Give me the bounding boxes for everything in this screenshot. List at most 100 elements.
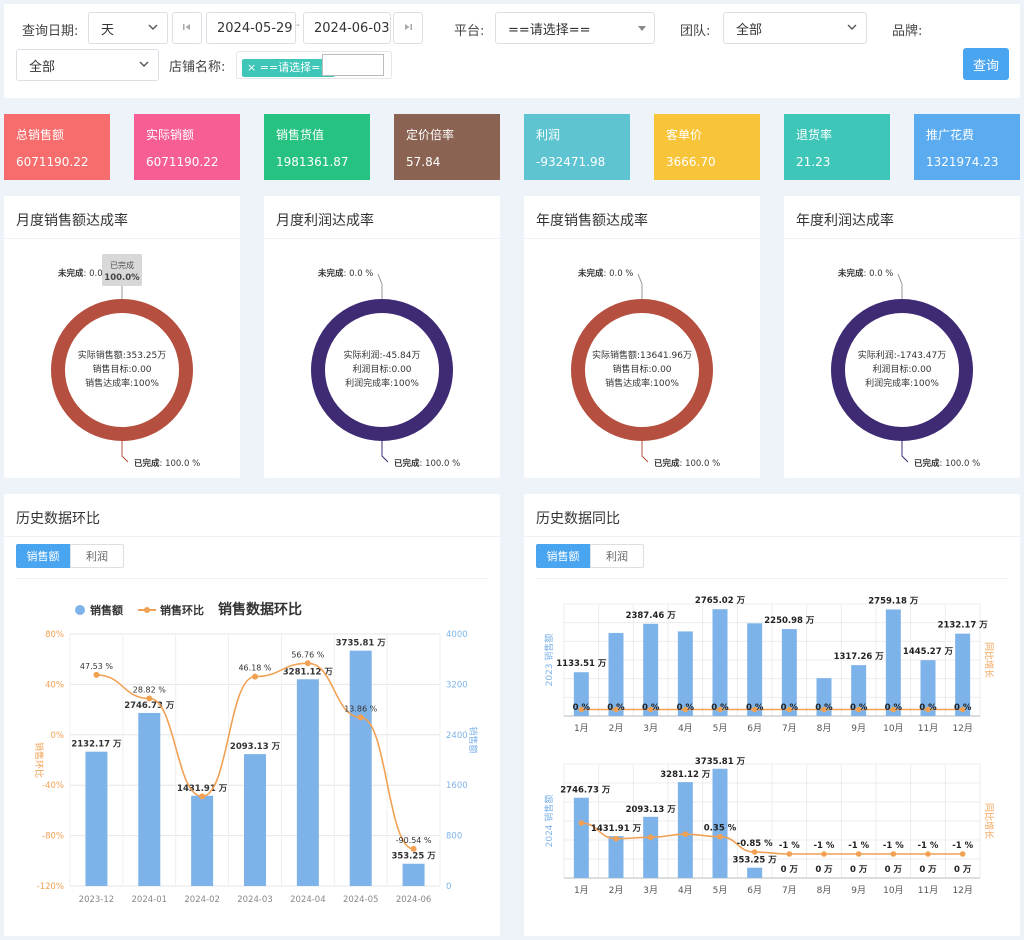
y-left-label: 2024 销售额 xyxy=(543,795,555,848)
brand-value: 全部 xyxy=(29,59,56,75)
brand-select[interactable]: 全部 xyxy=(16,49,159,81)
kpi-value: 57.84 xyxy=(406,155,441,169)
line-label: 0 % xyxy=(711,703,729,713)
line-label: 0 % xyxy=(850,703,868,713)
first-page-button[interactable] xyxy=(172,12,202,44)
bar xyxy=(402,863,425,886)
monthly-sales-rate-panel: 月度销售额达成率 实际销售额:353.25万 销售目标:0.00 销售达成率:100… xyxy=(4,196,240,478)
bar-label: 3735.81 万 xyxy=(695,757,746,767)
bar-label: 2387.46 万 xyxy=(626,611,677,621)
line-label: -90.54 % xyxy=(396,836,432,845)
x-tick: 10月 xyxy=(883,723,903,734)
line-label: 0 % xyxy=(919,703,937,713)
x-tick: 11月 xyxy=(918,723,938,734)
kpi-value: 1321974.23 xyxy=(926,155,999,169)
line-label: -0.85 % xyxy=(737,839,773,849)
x-tick: 2024-05 xyxy=(343,895,379,905)
line-point xyxy=(959,851,966,857)
x-tick: 5月 xyxy=(713,885,728,896)
bar-label: 2250.98 万 xyxy=(764,616,815,626)
bar xyxy=(191,795,214,886)
x-tick: 2024-02 xyxy=(184,895,220,905)
tab-sales[interactable]: 销售额 xyxy=(16,544,70,568)
kpi-card-promo-spend: 推广花费 1321974.23 xyxy=(914,114,1020,180)
store-tag[interactable]: × ==请选择== xyxy=(242,59,335,77)
line-point xyxy=(925,851,931,857)
y-right-tick: 4000 xyxy=(446,630,468,640)
bar xyxy=(608,836,624,878)
bar-label: 3281.12 万 xyxy=(660,770,711,780)
bar-label: 2765.02 万 xyxy=(695,596,746,606)
x-tick: 12月 xyxy=(952,723,972,734)
caret-down-icon xyxy=(638,26,646,31)
bar-label: 2093.13 万 xyxy=(626,805,677,815)
kpi-label: 退货率 xyxy=(796,128,833,142)
divider xyxy=(4,536,500,537)
kpi-card-avg-order: 客单价 3666.70 xyxy=(654,114,760,180)
bar-label: 2132.17 万 xyxy=(938,621,989,631)
start-date-input[interactable]: 2024-05-29 xyxy=(206,12,296,44)
panel-title: 历史数据同比 xyxy=(536,511,620,527)
team-select[interactable]: 全部 xyxy=(723,12,867,44)
line-label: 46.18 % xyxy=(238,664,271,673)
y-left-tick: 0% xyxy=(51,731,65,741)
tab-sales[interactable]: 销售额 xyxy=(536,544,590,568)
bar-label: 2759.18 万 xyxy=(868,596,919,606)
tooltip-label: 已完成 xyxy=(110,260,134,270)
line-label: 13.86 % xyxy=(344,704,377,713)
donut-chart: 实际销售额:353.25万销售目标:0.00 销售达成率:100% 未完成: 0.0… xyxy=(51,254,200,469)
x-tick: 5月 xyxy=(713,723,728,734)
line-point xyxy=(647,834,654,841)
line-point xyxy=(821,851,827,857)
kpi-card-profit: 利润 -932471.98 xyxy=(524,114,630,180)
last-page-button[interactable] xyxy=(393,12,423,44)
line-point xyxy=(855,851,862,857)
bar-label: 0 万 xyxy=(954,865,972,875)
store-search-input[interactable] xyxy=(322,54,384,76)
end-date-input[interactable]: 2024-06-03 xyxy=(303,12,391,44)
x-tick: 10月 xyxy=(883,885,903,896)
bar xyxy=(712,609,728,716)
chevron-down-icon xyxy=(147,21,159,33)
line-label: 0 % xyxy=(677,703,695,713)
chevron-down-icon xyxy=(138,58,150,70)
kpi-card-goods-value: 销售货值 1981361.87 xyxy=(264,114,370,180)
bar-label: 353.25 万 xyxy=(733,856,778,866)
panel-title: 年度利润达成率 xyxy=(796,213,894,229)
divider xyxy=(16,578,488,579)
team-value: 全部 xyxy=(736,22,763,38)
x-tick: 2023-12 xyxy=(79,895,115,905)
y-right-label: 销售额 xyxy=(467,726,479,753)
bar-label: 1431.91 万 xyxy=(177,784,228,794)
query-button[interactable]: 查询 xyxy=(963,48,1009,80)
kpi-label: 推广花费 xyxy=(926,128,975,142)
bar xyxy=(138,712,161,886)
platform-value: ==请选择== xyxy=(508,22,591,38)
leader-line xyxy=(637,273,643,299)
metric-tabs: 销售额 利润 xyxy=(16,544,124,568)
line-label: 28.82 % xyxy=(133,685,166,694)
bar-label: 1445.27 万 xyxy=(903,647,954,657)
platform-label: 平台: xyxy=(454,24,485,39)
tab-profit[interactable]: 利润 xyxy=(590,544,644,568)
y-left-label: 2023 销售额 xyxy=(543,634,555,687)
donut-center-text: 销售达成率:100% xyxy=(605,377,679,389)
finished-label: 已完成: 100.0 % xyxy=(654,458,720,469)
leader-line xyxy=(121,441,129,463)
y-right-tick: 1600 xyxy=(446,781,468,791)
unfinished-label: 未完成: 0.0 % xyxy=(577,268,633,279)
line-label: 0 % xyxy=(954,703,972,713)
chevron-down-icon xyxy=(846,21,858,33)
legend-bar-swatch xyxy=(75,605,85,615)
granularity-select[interactable]: 天 xyxy=(88,12,168,44)
line-label: 0.35 % xyxy=(704,824,737,834)
x-tick: 12月 xyxy=(952,885,972,896)
yoy-chart: 2023 销售额 同比增长1月 2月 3月 4月 5月 6月 7月 8月 9月 10月 11月 12月1… xyxy=(543,596,995,896)
bar xyxy=(677,782,693,878)
tab-profit[interactable]: 利润 xyxy=(70,544,124,568)
y-left-tick: -40% xyxy=(42,781,64,791)
platform-select[interactable]: ==请选择== xyxy=(495,12,655,44)
line-point xyxy=(682,831,689,837)
mom-chart: 销售额 销售环比 销售数据环比80% 400040% 32000% 2400-40% 160… xyxy=(33,601,479,905)
x-tick: 2月 xyxy=(609,885,624,896)
